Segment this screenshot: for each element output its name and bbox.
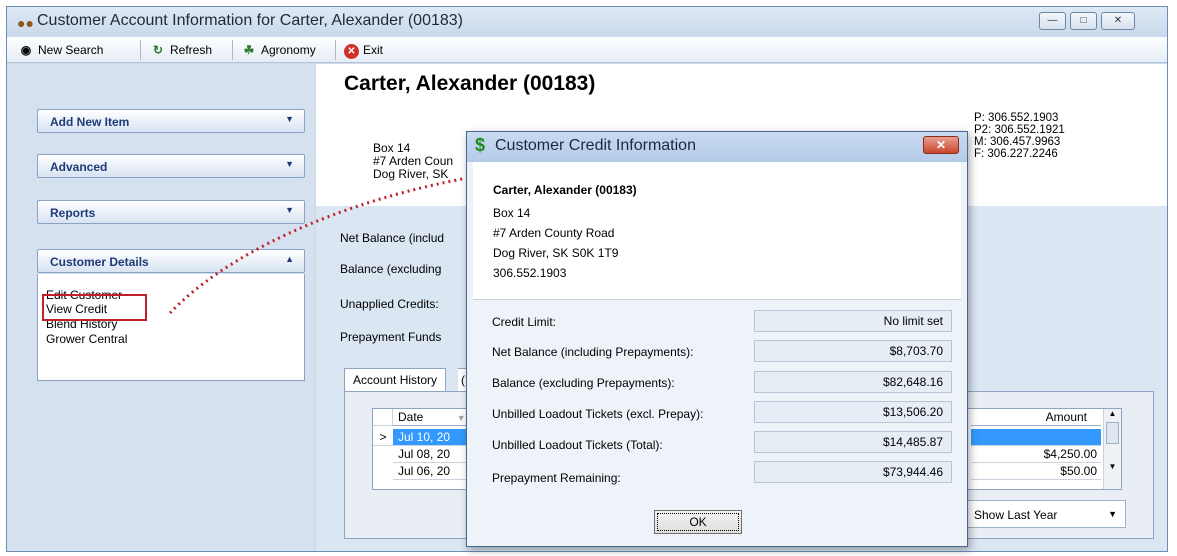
dialog-address-line: #7 Arden County Road	[493, 226, 615, 240]
dialog-phone: 306.552.1903	[493, 266, 567, 280]
balance-excluding-label: Balance (excluding Prepayments):	[492, 376, 675, 390]
credit-limit-label: Credit Limit:	[492, 315, 557, 329]
ok-button[interactable]: OK	[654, 510, 742, 534]
unbilled-excl-label: Unbilled Loadout Tickets (excl. Prepay):	[492, 407, 704, 421]
callout-arrow-path	[168, 172, 491, 315]
unbilled-total-value: $14,485.87	[754, 431, 952, 453]
dialog-divider	[473, 299, 961, 300]
dialog-title-bar: $ Customer Credit Information ✕	[467, 132, 967, 162]
prepayment-remaining-value: $73,944.46	[754, 461, 952, 483]
dialog-title: Customer Credit Information	[495, 137, 696, 154]
credit-limit-value: No limit set	[754, 310, 952, 332]
dialog-close-button[interactable]: ✕	[923, 136, 959, 154]
net-balance-value: $8,703.70	[754, 340, 952, 362]
balance-excluding-value: $82,648.16	[754, 371, 952, 393]
unbilled-total-label: Unbilled Loadout Tickets (Total):	[492, 438, 663, 452]
dialog-customer-name: Carter, Alexander (00183)	[493, 183, 637, 197]
unbilled-excl-value: $13,506.20	[754, 401, 952, 423]
net-balance-label: Net Balance (including Prepayments):	[492, 345, 694, 359]
customer-credit-dialog: $ Customer Credit Information ✕ Carter, …	[466, 131, 968, 547]
dialog-customer-info: Carter, Alexander (00183) Box 14 #7 Arde…	[473, 162, 961, 299]
dialog-address-line: Box 14	[493, 206, 531, 220]
prepayment-remaining-label: Prepayment Remaining:	[492, 471, 621, 485]
dollar-icon: $	[475, 135, 486, 155]
dialog-address-line: Dog River, SK S0K 1T9	[493, 246, 619, 260]
